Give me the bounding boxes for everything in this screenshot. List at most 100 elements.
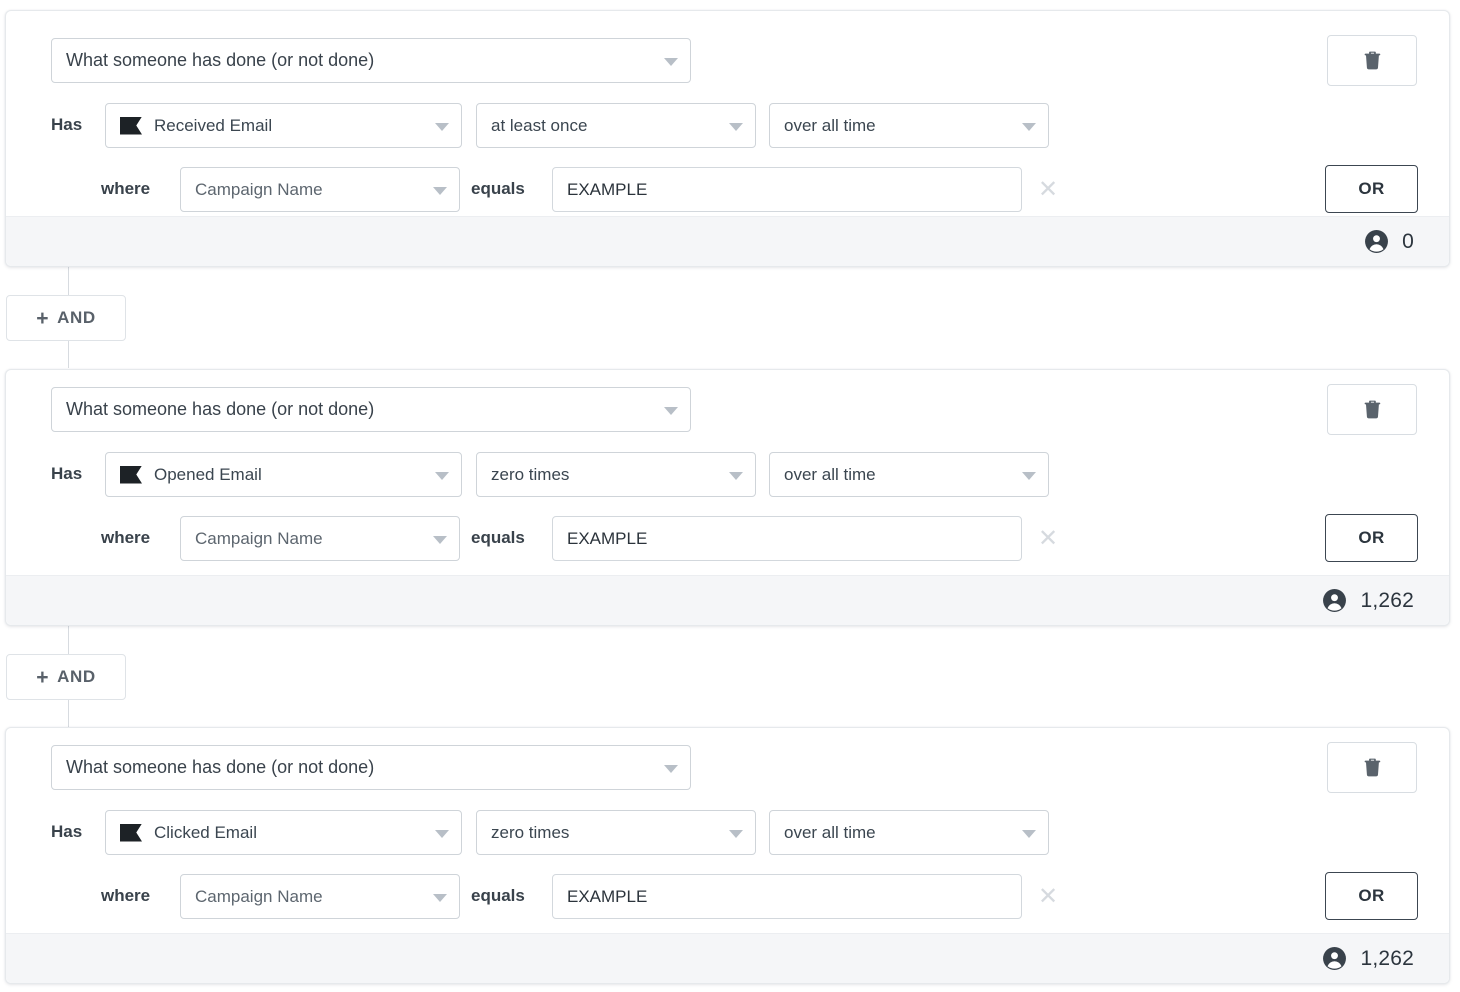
chevron-down-icon	[1022, 471, 1036, 480]
event-select[interactable]: Clicked Email	[105, 810, 462, 855]
timeframe-select[interactable]: over all time	[769, 810, 1049, 855]
condition-type-value: What someone has done (or not done)	[66, 399, 375, 419]
value-input-text: EXAMPLE	[567, 886, 648, 906]
clear-filter-icon[interactable]: ✕	[1035, 177, 1061, 203]
event-value: Received Email	[154, 115, 273, 135]
or-button[interactable]: OR	[1325, 872, 1418, 920]
add-and-button[interactable]: + AND	[6, 654, 126, 700]
delete-condition-button[interactable]	[1327, 384, 1417, 435]
has-label: Has	[51, 115, 83, 134]
timeframe-select[interactable]: over all time	[769, 452, 1049, 497]
plus-icon: +	[36, 306, 50, 330]
where-label: where	[101, 528, 151, 547]
attribute-value: Campaign Name	[195, 179, 323, 199]
add-and-button[interactable]: + AND	[6, 295, 126, 341]
add-and-label: AND	[57, 667, 96, 686]
or-button[interactable]: OR	[1325, 165, 1418, 213]
condition-type-select[interactable]: What someone has done (or not done)	[51, 38, 691, 83]
condition-type-select[interactable]: What someone has done (or not done)	[51, 745, 691, 790]
chevron-down-icon	[435, 471, 449, 480]
condition-card: What someone has done (or not done) Has …	[5, 369, 1450, 626]
profile-count-value: 0	[1402, 229, 1414, 253]
timeframe-value: over all time	[784, 115, 876, 135]
chevron-down-icon	[664, 764, 678, 773]
add-and-label: AND	[57, 308, 96, 327]
condition-card: What someone has done (or not done) Has …	[5, 727, 1450, 984]
frequency-value: zero times	[491, 822, 570, 842]
timeframe-value: over all time	[784, 822, 876, 842]
or-button[interactable]: OR	[1325, 514, 1418, 562]
segment-condition-builder: What someone has done (or not done) Has …	[0, 0, 1460, 992]
timeframe-value: over all time	[784, 464, 876, 484]
profile-count-value: 1,262	[1360, 588, 1414, 612]
where-label: where	[101, 179, 151, 198]
person-icon	[1323, 947, 1347, 970]
chevron-down-icon	[664, 406, 678, 415]
chevron-down-icon	[729, 829, 743, 838]
profile-count-value: 1,262	[1360, 946, 1414, 970]
event-select[interactable]: Received Email	[105, 103, 462, 148]
clear-filter-icon[interactable]: ✕	[1035, 884, 1061, 910]
equals-label: equals	[471, 179, 525, 198]
chevron-down-icon	[1022, 829, 1036, 838]
profile-count: 0	[1364, 229, 1414, 254]
chevron-down-icon	[664, 57, 678, 66]
has-label: Has	[51, 464, 83, 483]
chevron-down-icon	[729, 122, 743, 131]
value-input-text: EXAMPLE	[567, 528, 648, 548]
trash-icon	[1364, 758, 1380, 777]
flag-icon	[120, 823, 142, 842]
chevron-down-icon	[1022, 122, 1036, 131]
condition-card-body: What someone has done (or not done) Has …	[6, 728, 1449, 933]
frequency-select[interactable]: zero times	[476, 810, 756, 855]
frequency-value: at least once	[491, 115, 588, 135]
chevron-down-icon	[433, 893, 447, 902]
has-label: Has	[51, 822, 83, 841]
condition-card-body: What someone has done (or not done) Has …	[6, 11, 1449, 216]
attribute-value: Campaign Name	[195, 528, 323, 548]
condition-type-value: What someone has done (or not done)	[66, 50, 375, 70]
chevron-down-icon	[435, 829, 449, 838]
equals-label: equals	[471, 886, 525, 905]
profile-count: 1,262	[1322, 946, 1414, 971]
flag-icon	[120, 116, 142, 135]
chevron-down-icon	[729, 471, 743, 480]
attribute-select[interactable]: Campaign Name	[180, 874, 460, 919]
plus-icon: +	[36, 665, 50, 689]
trash-icon	[1364, 400, 1380, 419]
trash-icon	[1364, 51, 1380, 70]
condition-type-value: What someone has done (or not done)	[66, 757, 375, 777]
chevron-down-icon	[435, 122, 449, 131]
chevron-down-icon	[433, 535, 447, 544]
value-input[interactable]: EXAMPLE	[552, 167, 1022, 212]
event-select[interactable]: Opened Email	[105, 452, 462, 497]
flag-icon	[120, 465, 142, 484]
condition-card: What someone has done (or not done) Has …	[5, 10, 1450, 267]
person-icon	[1323, 589, 1347, 612]
condition-type-select[interactable]: What someone has done (or not done)	[51, 387, 691, 432]
frequency-select[interactable]: at least once	[476, 103, 756, 148]
delete-condition-button[interactable]	[1327, 35, 1417, 86]
delete-condition-button[interactable]	[1327, 742, 1417, 793]
condition-card-footer: 1,262	[6, 933, 1449, 983]
value-input[interactable]: EXAMPLE	[552, 874, 1022, 919]
condition-card-body: What someone has done (or not done) Has …	[6, 370, 1449, 575]
or-button-label: OR	[1358, 528, 1385, 547]
where-label: where	[101, 886, 151, 905]
frequency-value: zero times	[491, 464, 570, 484]
clear-filter-icon[interactable]: ✕	[1035, 526, 1061, 552]
or-button-label: OR	[1358, 179, 1385, 198]
attribute-select[interactable]: Campaign Name	[180, 167, 460, 212]
attribute-select[interactable]: Campaign Name	[180, 516, 460, 561]
event-value: Clicked Email	[154, 822, 257, 842]
or-button-label: OR	[1358, 886, 1385, 905]
timeframe-select[interactable]: over all time	[769, 103, 1049, 148]
event-value: Opened Email	[154, 464, 262, 484]
condition-card-footer: 1,262	[6, 575, 1449, 625]
frequency-select[interactable]: zero times	[476, 452, 756, 497]
value-input[interactable]: EXAMPLE	[552, 516, 1022, 561]
equals-label: equals	[471, 528, 525, 547]
chevron-down-icon	[433, 186, 447, 195]
condition-card-footer: 0	[6, 216, 1449, 266]
person-icon	[1365, 230, 1389, 253]
